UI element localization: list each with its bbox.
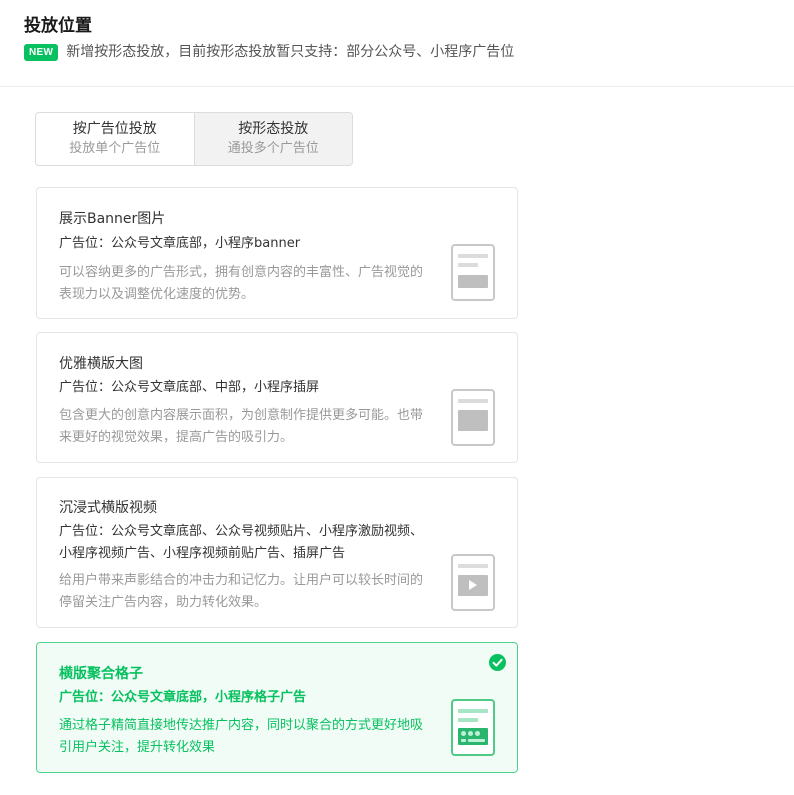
video-thumbnail-icon — [451, 554, 495, 611]
notice-bar: NEW 新增按形态投放，目前按形态投放暂只支持：部分公众号、小程序广告位 — [24, 43, 514, 61]
grid-thumbnail-icon — [451, 699, 495, 756]
card-title: 优雅横版大图 — [59, 356, 143, 372]
card-description: 给用户带来声影结合的冲击力和记忆力。让用户可以较长时间的停留关注广告内容，助力转… — [59, 573, 424, 610]
tab-by-format[interactable]: 按形态投放 通投多个广告位 — [193, 113, 352, 165]
format-card-banner[interactable]: 展示Banner图片 广告位：公众号文章底部，小程序banner 可以容纳更多的… — [36, 187, 518, 319]
tab-sublabel: 投放单个广告位 — [69, 141, 161, 156]
notice-text: 新增按形态投放，目前按形态投放暂只支持：部分公众号、小程序广告位 — [66, 44, 515, 60]
tab-label: 按形态投放 — [238, 121, 309, 137]
new-badge: NEW — [24, 43, 59, 61]
large-image-thumbnail-icon — [451, 389, 495, 446]
tab-by-ad-slot[interactable]: 按广告位投放 投放单个广告位 — [36, 113, 194, 165]
tab-label: 按广告位投放 — [72, 121, 157, 137]
card-positions: 广告位：公众号文章底部、中部，小程序插屏 — [59, 380, 320, 395]
card-description: 包含更大的创意内容展示面积，为创意制作提供更多可能。也带来更好的视觉效果，提高广… — [59, 408, 424, 445]
header: 投放位置 NEW 新增按形态投放，目前按形态投放暂只支持：部分公众号、小程序广告… — [0, 0, 794, 87]
card-positions: 广告位：公众号文章底部，小程序格子广告 — [59, 690, 307, 705]
card-description: 通过格子精简直接地传达推广内容，同时以聚合的方式更好地吸引用户关注，提升转化效果 — [59, 718, 424, 755]
card-title: 沉浸式横版视频 — [59, 500, 157, 516]
placement-mode-tabs: 按广告位投放 投放单个广告位 按形态投放 通投多个广告位 — [35, 112, 353, 166]
play-icon — [469, 580, 477, 590]
card-description: 可以容纳更多的广告形式，拥有创意内容的丰富性、广告视觉的表现力以及调整优化速度的… — [59, 265, 424, 302]
card-title: 展示Banner图片 — [59, 211, 166, 227]
format-card-grid[interactable]: 横版聚合格子 广告位：公众号文章底部，小程序格子广告 通过格子精简直接地传达推广… — [36, 642, 518, 773]
card-positions: 广告位：公众号文章底部、公众号视频贴片、小程序激励视频、小程序视频广告、小程序视… — [59, 524, 424, 561]
format-card-large-image[interactable]: 优雅横版大图 广告位：公众号文章底部、中部，小程序插屏 包含更大的创意内容展示面… — [36, 332, 518, 463]
check-icon — [489, 654, 506, 671]
format-card-video[interactable]: 沉浸式横版视频 广告位：公众号文章底部、公众号视频贴片、小程序激励视频、小程序视… — [36, 477, 518, 628]
banner-thumbnail-icon — [451, 244, 495, 301]
page-title: 投放位置 — [24, 16, 92, 36]
tab-sublabel: 通投多个广告位 — [227, 141, 319, 156]
card-title: 横版聚合格子 — [59, 666, 143, 682]
card-positions: 广告位：公众号文章底部，小程序banner — [59, 236, 301, 251]
